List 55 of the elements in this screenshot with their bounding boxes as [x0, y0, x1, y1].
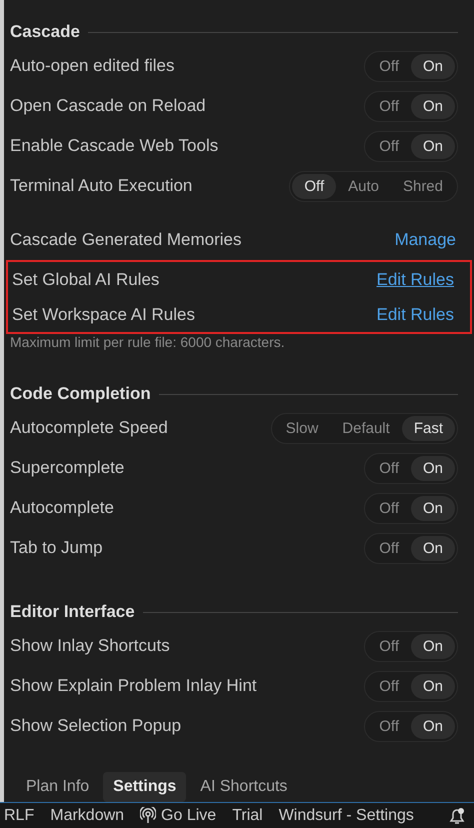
status-item[interactable]: Markdown	[50, 806, 124, 824]
setting-label: Set Workspace AI Rules	[12, 304, 195, 324]
section-title: Cascade	[10, 22, 80, 42]
option-button[interactable]: Fast	[402, 416, 455, 440]
option-button[interactable]: Off	[367, 674, 411, 698]
setting-label: Supercomplete	[10, 458, 124, 478]
setting-label: Auto-open edited files	[10, 56, 174, 76]
link[interactable]: Edit Rules	[376, 270, 454, 290]
option-button[interactable]: Off	[367, 496, 411, 520]
tab[interactable]: Settings	[103, 772, 186, 802]
option-button[interactable]: On	[410, 536, 455, 560]
section-title: Code Completion	[10, 384, 151, 404]
option-button[interactable]: On	[410, 54, 455, 78]
option-button[interactable]: Off	[367, 134, 411, 158]
status-item[interactable]: Windsurf - Settings	[278, 806, 414, 824]
setting-label: Enable Cascade Web Tools	[10, 136, 218, 156]
setting-label: Open Cascade on Reload	[10, 96, 206, 116]
go-live-button[interactable]: Go Live	[140, 806, 216, 824]
option-button[interactable]: Off	[367, 714, 411, 738]
status-item[interactable]: RLF	[4, 806, 34, 824]
setting-label: Set Global AI Rules	[12, 270, 160, 290]
broadcast-icon	[140, 807, 156, 824]
link[interactable]: Manage	[394, 230, 456, 250]
section-title: Editor Interface	[10, 602, 135, 622]
option-button[interactable]: Off	[367, 536, 411, 560]
notification-bell-icon[interactable]	[448, 806, 466, 824]
link[interactable]: Edit Rules	[376, 304, 454, 324]
setting-label: Terminal Auto Execution	[10, 176, 192, 196]
option-button[interactable]: Off	[367, 634, 411, 658]
setting-label: Cascade Generated Memories	[10, 230, 242, 250]
tab[interactable]: AI Shortcuts	[190, 772, 298, 802]
option-button[interactable]: Default	[330, 416, 402, 440]
option-button[interactable]: On	[410, 456, 455, 480]
option-button[interactable]: Slow	[274, 416, 330, 440]
option-button[interactable]: Off	[292, 174, 336, 198]
setting-label: Show Inlay Shortcuts	[10, 636, 170, 656]
tab[interactable]: Plan Info	[16, 772, 100, 802]
option-button[interactable]: Off	[367, 54, 411, 78]
setting-label: Autocomplete	[10, 498, 114, 518]
option-button[interactable]: On	[410, 674, 455, 698]
setting-label: Show Selection Popup	[10, 716, 182, 736]
setting-label: Show Explain Problem Inlay Hint	[10, 676, 257, 696]
option-button[interactable]: On	[410, 714, 455, 738]
option-button[interactable]: Off	[367, 94, 411, 118]
option-button[interactable]: Shred	[390, 174, 455, 198]
status-item[interactable]: Trial	[232, 806, 263, 824]
option-button[interactable]: On	[410, 134, 455, 158]
option-button[interactable]: On	[410, 94, 455, 118]
setting-label: Autocomplete Speed	[10, 418, 168, 438]
option-button[interactable]: Auto	[336, 174, 391, 198]
note-text: Maximum limit per rule file: 6000 characters.	[10, 334, 286, 350]
setting-label: Tab to Jump	[10, 538, 103, 558]
option-button[interactable]: On	[410, 634, 455, 658]
option-button[interactable]: Off	[367, 456, 411, 480]
option-button[interactable]: On	[410, 496, 455, 520]
